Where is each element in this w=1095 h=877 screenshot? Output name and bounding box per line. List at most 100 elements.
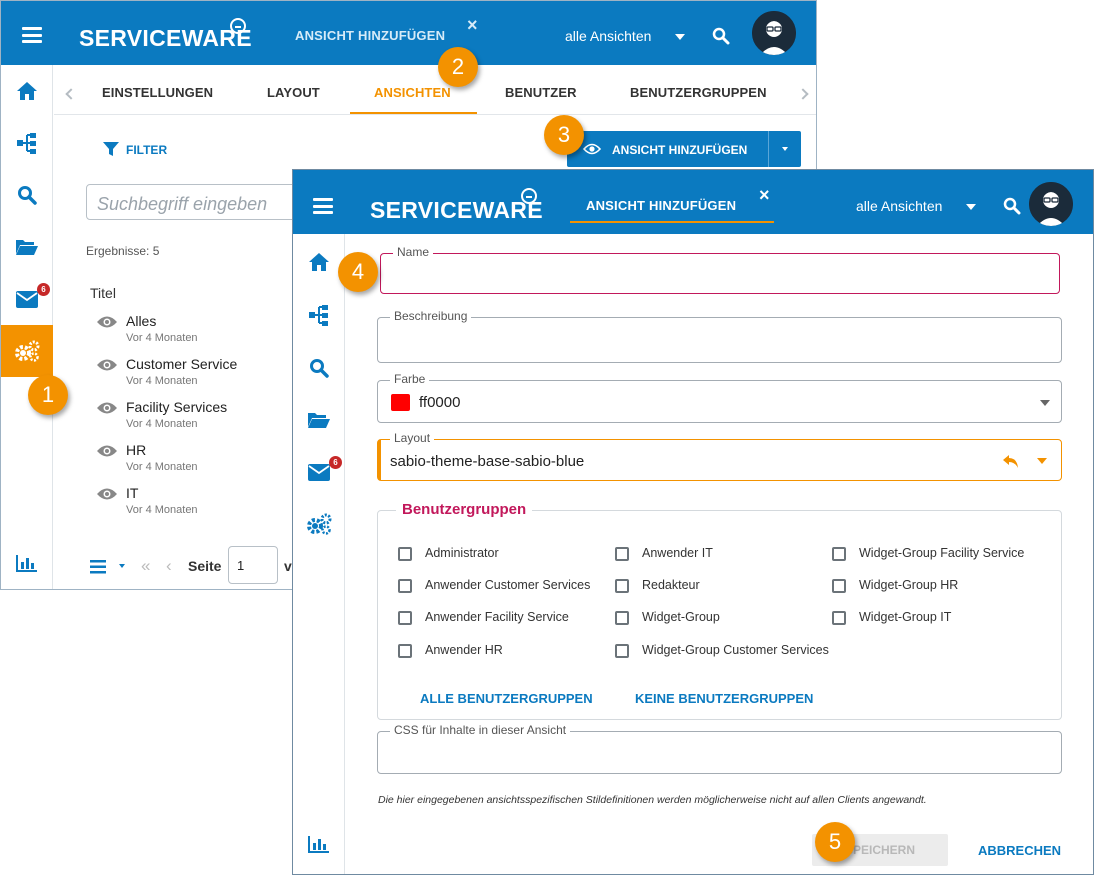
undo-icon[interactable]: [1002, 454, 1020, 469]
add-view-button[interactable]: ANSICHT HINZUFÜGEN: [567, 131, 801, 167]
sidebar-item-reports[interactable]: [293, 818, 345, 870]
gears-icon: [15, 340, 40, 362]
prev-page-icon[interactable]: ‹: [166, 556, 172, 576]
sidebar-item-settings[interactable]: [293, 498, 345, 550]
chevron-down-icon[interactable]: [1037, 458, 1047, 464]
checkbox-widget-group-customer-services[interactable]: Widget-Group Customer Services: [615, 643, 830, 661]
sitemap-icon: [17, 133, 36, 154]
sidebar-item-folders[interactable]: [1, 221, 53, 273]
sidebar-item-settings[interactable]: [1, 325, 53, 377]
search-icon[interactable]: [712, 27, 730, 45]
checkbox[interactable]: [832, 547, 846, 561]
checkbox[interactable]: [832, 611, 846, 625]
chevron-left-icon[interactable]: [65, 88, 77, 100]
column-title[interactable]: Titel: [90, 285, 116, 301]
tab-layout[interactable]: LAYOUT: [267, 85, 320, 100]
step-marker-2: 2: [438, 47, 478, 87]
close-tab-icon[interactable]: ×: [467, 15, 478, 36]
step-marker-1: 1: [28, 375, 68, 415]
description-label: Beschreibung: [390, 309, 472, 323]
list-item[interactable]: Alles Vor 4 Monaten: [96, 313, 286, 349]
header-bar: SERVICEWARE ANSICHT HINZUFÜGEN × alle An…: [1, 1, 816, 65]
chevron-down-icon[interactable]: [1040, 400, 1050, 406]
item-title: Facility Services: [126, 399, 228, 415]
checkbox-anwender-it[interactable]: Anwender IT: [615, 546, 815, 564]
list-item[interactable]: Customer Service Vor 4 Monaten: [96, 356, 286, 392]
checkbox[interactable]: [398, 644, 412, 658]
checkbox[interactable]: [615, 644, 629, 658]
checkbox-anwender-customer-services[interactable]: Anwender Customer Services: [398, 578, 598, 596]
css-field[interactable]: CSS für Inhalte in dieser Ansicht: [377, 723, 1062, 774]
caret-down-icon[interactable]: [782, 147, 788, 151]
item-age: Vor 4 Monaten: [126, 375, 198, 387]
list-item[interactable]: HR Vor 4 Monaten: [96, 442, 286, 478]
checkbox[interactable]: [615, 579, 629, 593]
first-page-icon[interactable]: «: [141, 556, 150, 576]
chevron-right-icon[interactable]: [797, 88, 809, 100]
home-icon: [309, 253, 329, 271]
close-tab-icon[interactable]: ×: [759, 185, 770, 206]
checkbox-administrator[interactable]: Administrator: [398, 546, 598, 564]
sidebar-item-reports[interactable]: [1, 537, 53, 589]
sidebar-item-folders[interactable]: [293, 394, 345, 446]
chevron-down-icon[interactable]: [675, 34, 685, 40]
search-icon[interactable]: [1003, 197, 1021, 215]
eye-icon: [97, 402, 117, 414]
sidebar-item-home[interactable]: [293, 236, 345, 288]
list-item[interactable]: Facility Services Vor 4 Monaten: [96, 399, 286, 435]
color-select[interactable]: Farbe ff0000: [377, 372, 1062, 423]
list-item[interactable]: IT Vor 4 Monaten: [96, 485, 286, 521]
layout-select[interactable]: Layout sabio-theme-base-sabio-blue: [377, 431, 1062, 481]
menu-icon[interactable]: [22, 27, 42, 43]
checkbox-widget-group-hr[interactable]: Widget-Group HR: [832, 578, 1032, 596]
css-note: Die hier eingegebenen ansichtsspezifisch…: [378, 794, 927, 806]
checkbox[interactable]: [832, 579, 846, 593]
sidebar-item-structure[interactable]: [1, 117, 53, 169]
checkbox[interactable]: [398, 611, 412, 625]
tab-benutzergruppen[interactable]: BENUTZERGRUPPEN: [630, 85, 767, 100]
views-dropdown[interactable]: alle Ansichten: [856, 198, 942, 214]
checkbox-widget-group-facility-service[interactable]: Widget-Group Facility Service: [832, 546, 1042, 564]
list-menu-caret-icon[interactable]: [119, 564, 125, 568]
checkbox-widget-group[interactable]: Widget-Group: [615, 610, 815, 628]
mail-icon: [308, 463, 330, 481]
active-tab-underline: [570, 221, 774, 223]
checkbox[interactable]: [615, 547, 629, 561]
select-no-groups-button[interactable]: KEINE BENUTZERGRUPPEN: [635, 691, 813, 706]
page-number-input[interactable]: 1: [228, 546, 278, 584]
description-field[interactable]: Beschreibung: [377, 309, 1062, 363]
checkbox-anwender-hr[interactable]: Anwender HR: [398, 643, 598, 661]
item-age: Vor 4 Monaten: [126, 332, 198, 344]
checkbox-label: Widget-Group: [642, 610, 720, 624]
search-input[interactable]: Suchbegriff eingeben: [86, 184, 316, 220]
avatar[interactable]: [750, 9, 798, 57]
views-dropdown[interactable]: alle Ansichten: [565, 28, 651, 44]
sidebar-item-structure[interactable]: [293, 289, 345, 341]
tab-einstellungen[interactable]: EINSTELLUNGEN: [102, 85, 213, 100]
checkbox-anwender-facility-service[interactable]: Anwender Facility Service: [398, 610, 598, 628]
tab-ansichten[interactable]: ANSICHTEN: [374, 85, 451, 100]
checkbox-redakteur[interactable]: Redakteur: [615, 578, 815, 596]
list-menu-icon[interactable]: [90, 560, 106, 574]
header-tab-add-view[interactable]: ANSICHT HINZUFÜGEN: [295, 28, 445, 43]
sidebar-item-search[interactable]: [1, 169, 53, 221]
checkbox[interactable]: [398, 547, 412, 561]
sidebar-item-mail[interactable]: 6: [293, 446, 345, 498]
checkbox-widget-group-it[interactable]: Widget-Group IT: [832, 610, 1032, 628]
select-all-groups-button[interactable]: ALLE BENUTZERGRUPPEN: [420, 691, 593, 706]
sidebar-item-mail[interactable]: 6: [1, 273, 53, 325]
avatar[interactable]: [1027, 180, 1075, 228]
chevron-down-icon[interactable]: [966, 204, 976, 210]
name-field[interactable]: Name: [380, 245, 1060, 294]
brand-logo: SERVICEWARE: [79, 25, 252, 51]
checkbox[interactable]: [615, 611, 629, 625]
menu-icon[interactable]: [313, 198, 333, 214]
header-tab-add-view[interactable]: ANSICHT HINZUFÜGEN: [586, 198, 736, 213]
sidebar-item-search[interactable]: [293, 342, 345, 394]
cancel-button[interactable]: ABBRECHEN: [978, 843, 1061, 858]
checkbox[interactable]: [398, 579, 412, 593]
sidebar-item-home[interactable]: [1, 65, 53, 117]
tab-benutzer[interactable]: BENUTZER: [505, 85, 577, 100]
eye-icon: [97, 359, 117, 371]
header-bar: SERVICEWARE ANSICHT HINZUFÜGEN × alle An…: [293, 170, 1093, 234]
